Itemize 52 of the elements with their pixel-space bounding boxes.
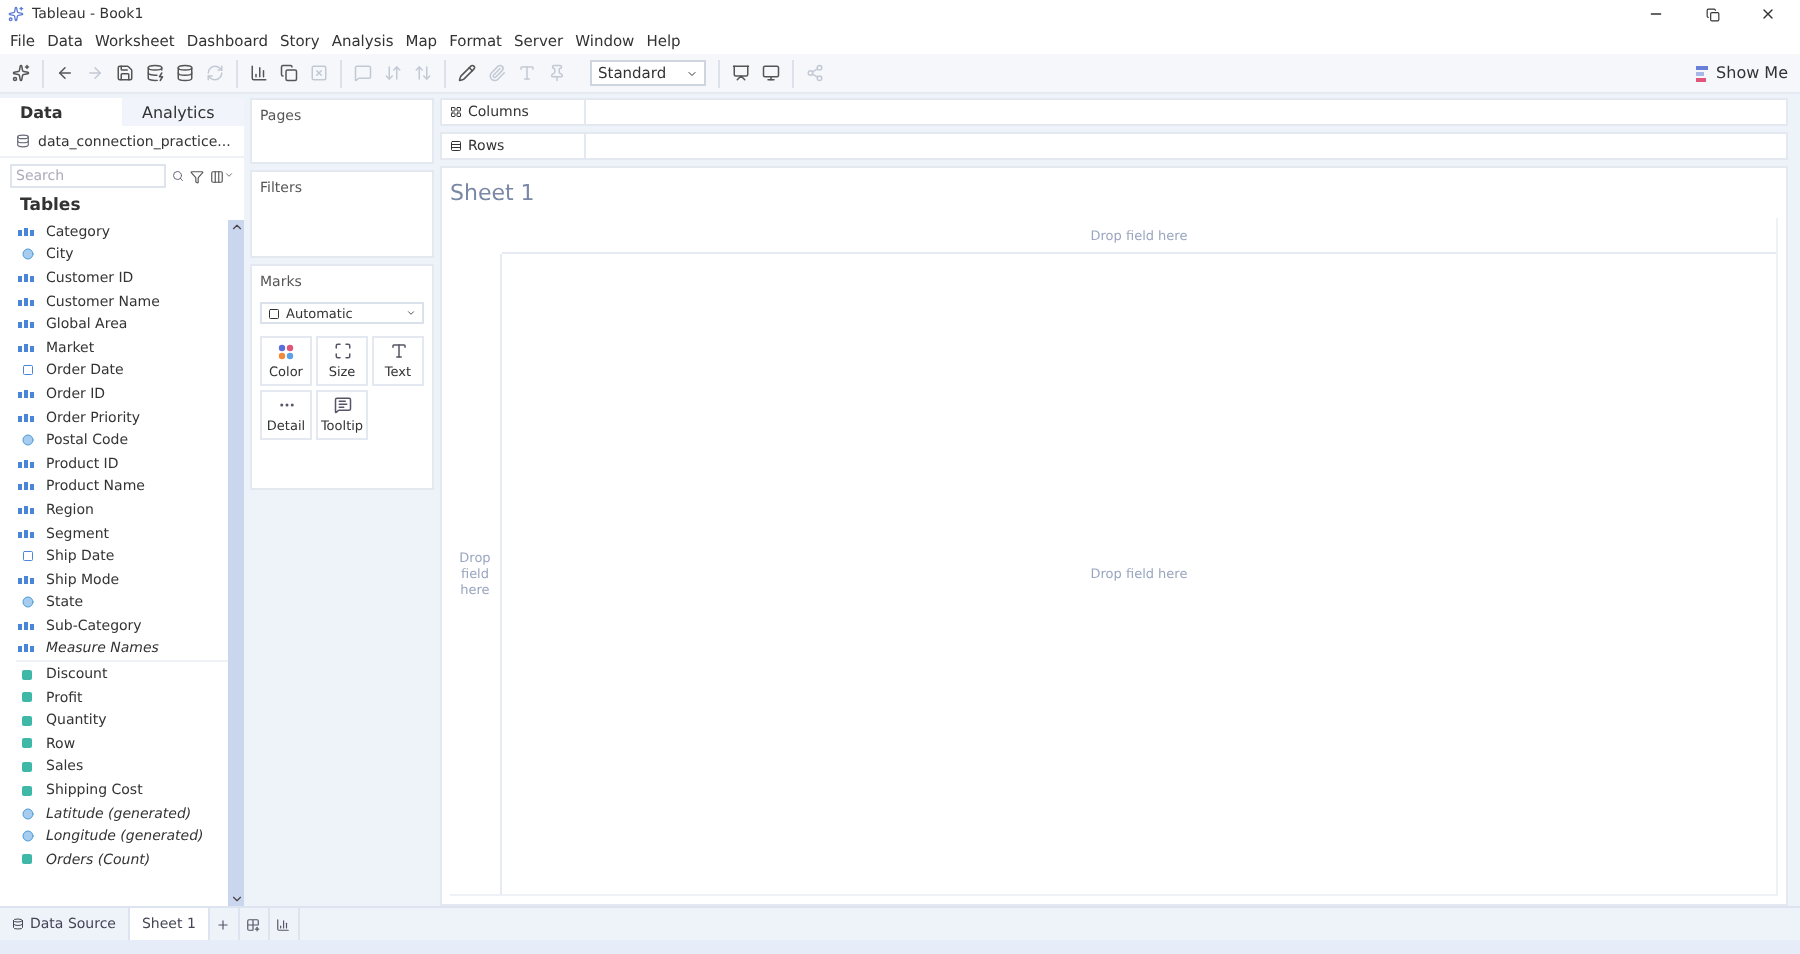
show-me-button[interactable]: Show Me xyxy=(1696,64,1788,82)
string-field-icon xyxy=(18,343,36,352)
filter-icon[interactable] xyxy=(190,169,204,183)
presentation-icon[interactable] xyxy=(762,64,780,82)
tooltip-icon xyxy=(333,396,351,414)
database-icon xyxy=(16,134,30,148)
globe-icon xyxy=(18,434,36,447)
data-source-icon[interactable] xyxy=(146,64,164,82)
new-sheet-icon[interactable] xyxy=(250,64,268,82)
color-dots-icon xyxy=(278,343,294,359)
view-options-icon[interactable] xyxy=(210,169,234,183)
calendar-icon xyxy=(18,550,36,563)
data-icon[interactable] xyxy=(176,64,194,82)
string-field-icon xyxy=(18,389,36,398)
calendar-icon xyxy=(18,364,36,377)
string-field-icon xyxy=(18,505,36,514)
scrollbar[interactable] xyxy=(228,220,244,906)
app-logo-icon xyxy=(8,6,24,22)
scroll-down-icon[interactable] xyxy=(229,892,243,906)
string-field-icon xyxy=(18,621,36,630)
string-field-icon xyxy=(18,273,36,282)
string-field-icon xyxy=(18,529,36,538)
string-field-icon xyxy=(18,320,36,329)
search-icon[interactable] xyxy=(172,170,184,182)
string-field-icon xyxy=(18,413,36,422)
pen-icon[interactable] xyxy=(458,64,476,82)
string-field-icon xyxy=(18,575,36,584)
string-field-icon xyxy=(18,227,36,236)
rows-icon xyxy=(450,140,462,152)
string-field-icon xyxy=(18,644,36,653)
logo-icon[interactable] xyxy=(12,64,30,82)
save-icon[interactable] xyxy=(116,64,134,82)
database-icon xyxy=(12,918,24,930)
string-field-icon xyxy=(18,459,36,468)
tables-heading: Tables xyxy=(18,194,83,220)
sheet-title: Sheet 1 xyxy=(450,180,537,210)
caret-icon xyxy=(406,308,416,318)
measure-field-icon xyxy=(18,854,36,865)
globe-icon xyxy=(18,596,36,609)
string-field-icon xyxy=(18,297,36,306)
string-field-icon xyxy=(18,482,36,491)
mark-type-icon xyxy=(268,307,280,319)
duplicate-icon[interactable] xyxy=(280,64,298,82)
back-icon[interactable] xyxy=(56,64,74,82)
text-icon xyxy=(389,342,407,360)
pane-tab[interactable]: Analytics xyxy=(122,98,244,126)
scroll-up-icon[interactable] xyxy=(229,220,243,234)
globe-icon xyxy=(18,248,36,261)
chart-bars-icon xyxy=(1696,65,1711,81)
size-icon xyxy=(333,342,351,360)
paperclip-icon[interactable] xyxy=(488,64,506,82)
caret-icon xyxy=(686,67,698,79)
